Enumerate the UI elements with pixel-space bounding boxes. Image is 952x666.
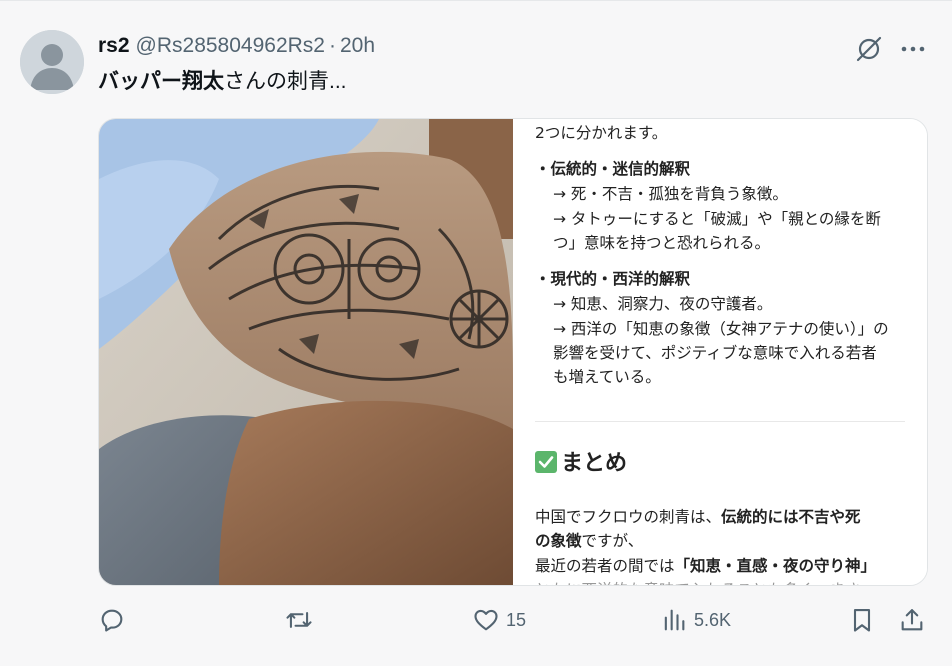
user-handle[interactable]: @Rs285804962Rs2 <box>136 34 325 57</box>
bookmark-button[interactable] <box>848 600 876 640</box>
doc-bullet-title: ・現代的・西洋的解釈 <box>535 270 691 288</box>
timestamp[interactable]: 20h <box>340 34 375 57</box>
doc-bullet-title: ・伝統的・迷信的解釈 <box>535 160 691 178</box>
doc-text-bold: 伝統的には不吉や死 <box>721 508 861 526</box>
share-icon <box>901 609 923 631</box>
action-bar: 15 5.6K <box>98 600 930 640</box>
bookmark-icon <box>853 609 871 632</box>
share-button[interactable] <box>898 600 926 640</box>
views-chart-icon <box>664 609 685 631</box>
heart-icon <box>474 609 498 631</box>
tweet-text-bold: バッパー翔太 <box>98 70 224 93</box>
doc-line: つ」意味を持つと恐れられる。 <box>553 234 771 252</box>
doc-line: → 死・不吉・孤独を背負う象徴。 <box>553 185 788 203</box>
doc-line: 2つに分かれます。 <box>535 124 668 142</box>
avatar[interactable] <box>20 30 84 94</box>
like-count: 15 <box>506 609 527 630</box>
doc-text-bold: 「知恵・直感・夜の守り神」 <box>674 557 877 575</box>
doc-line: → タトゥーにすると「破滅」や「親との縁を断 <box>553 210 881 228</box>
doc-line-cut: ともに西洋的な意味で入れることも多く、まさ <box>535 578 861 585</box>
more-button[interactable] <box>896 32 930 66</box>
repost-icon <box>286 612 312 628</box>
repost-button[interactable] <box>284 600 314 640</box>
separator-dot: · <box>328 34 336 57</box>
doc-summary-heading: まとめ <box>535 449 627 479</box>
display-name[interactable]: rs2 <box>98 34 130 57</box>
doc-text: 中国でフクロウの刺青は、 <box>535 508 722 526</box>
reply-button[interactable] <box>98 600 126 640</box>
grok-icon <box>856 36 882 62</box>
default-avatar-icon <box>20 30 84 94</box>
doc-line: 影響を受けて、ポジティブな意味で入れる若者 <box>553 344 877 362</box>
like-button[interactable]: 15 <box>472 600 526 640</box>
doc-text: ですが、 <box>581 532 644 550</box>
doc-line: → 知恵、洞察力、夜の守護者。 <box>553 295 773 313</box>
tweet-text: バッパー翔太さんの刺青... <box>98 68 347 96</box>
check-mark-icon <box>535 451 557 473</box>
doc-summary-label: まとめ <box>561 451 628 476</box>
doc-line: → 西洋の「知恵の象徴（女神アテナの使い）」の <box>553 320 889 338</box>
tweet-card[interactable]: rs2 @Rs285804962Rs2·20h バッパー翔太さんの刺青... <box>0 0 952 666</box>
tweet-text-rest: さんの刺青... <box>224 70 347 93</box>
doc-text: 最近の若者の間では <box>535 557 675 575</box>
grok-button[interactable] <box>852 32 886 66</box>
doc-line: も増えている。 <box>553 368 661 386</box>
tattoo-photo[interactable] <box>99 119 513 585</box>
media-attachment[interactable]: 2つに分かれます。 ・伝統的・迷信的解釈 → 死・不吉・孤独を背負う象徴。 → … <box>98 118 928 586</box>
doc-line: 中国でフクロウの刺青は、伝統的には不吉や死 <box>535 505 861 529</box>
doc-line: の象徴ですが、 <box>535 529 643 553</box>
views-button[interactable]: 5.6K <box>660 600 731 640</box>
doc-text-bold: の象徴 <box>535 532 582 550</box>
tweet-header: rs2 @Rs285804962Rs2 · 20h <box>98 33 375 59</box>
translated-document: 2つに分かれます。 ・伝統的・迷信的解釈 → 死・不吉・孤独を背負う象徴。 → … <box>513 119 927 585</box>
doc-line: 最近の若者の間では「知恵・直感・夜の守り神」 <box>535 554 876 578</box>
reply-icon <box>101 609 123 632</box>
views-count: 5.6K <box>694 609 732 630</box>
more-horizontal-icon <box>901 46 925 52</box>
doc-divider <box>535 421 905 422</box>
